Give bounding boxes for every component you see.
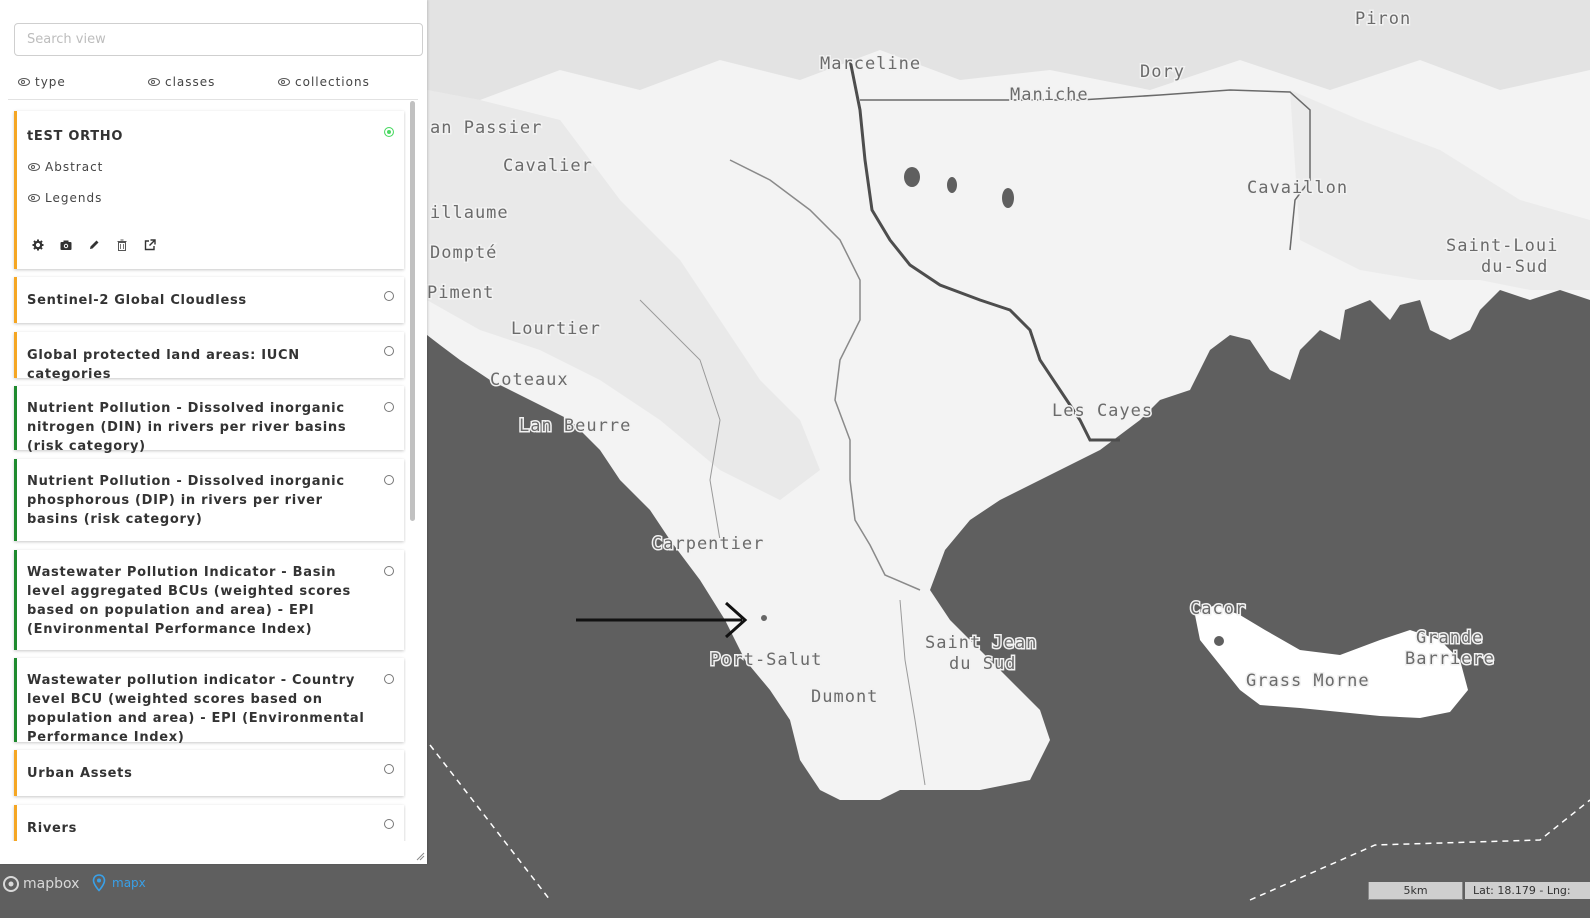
legends-label: Legends (45, 191, 103, 205)
view-card-wastewater-country[interactable]: Wastewater pollution indicator - Country… (14, 658, 404, 745)
eye-icon (28, 194, 40, 202)
mapx-label: mapx (112, 876, 146, 890)
search-input[interactable] (14, 23, 423, 56)
filter-label: collections (295, 75, 370, 89)
view-card-rivers[interactable]: Rivers (14, 805, 404, 841)
eye-icon (278, 78, 290, 86)
place-label: Cacor (1190, 599, 1246, 619)
filter-collections-toggle[interactable]: collections (278, 74, 370, 90)
camera-icon[interactable] (60, 239, 72, 251)
place-label: Port-Salut (710, 650, 822, 670)
view-title: Sentinel-2 Global Cloudless (27, 293, 247, 308)
mapbox-label: mapbox (23, 876, 80, 892)
views-list[interactable]: tEST ORTHO Abstract Legends Sentinel-2 G… (8, 101, 406, 841)
filter-label: type (35, 75, 66, 89)
view-toggle-radio[interactable] (384, 402, 394, 412)
place-label: illaume (430, 203, 509, 223)
view-card-dip[interactable]: Nutrient Pollution - Dissolved inorganic… (14, 459, 404, 541)
place-label: Saint-Loui (1446, 236, 1558, 256)
mapbox-logo[interactable]: mapbox (3, 876, 79, 892)
place-label: Carpentier (652, 534, 764, 554)
eye-icon (28, 163, 40, 171)
view-title: Nutrient Pollution - Dissolved inorganic… (27, 401, 347, 454)
abstract-toggle[interactable]: Abstract (28, 160, 103, 174)
place-label: Cavalier (503, 156, 593, 176)
view-card-wastewater-basin[interactable]: Wastewater Pollution Indicator - Basin l… (14, 550, 404, 650)
coordinates-readout: Lat: 18.179 - Lng: (1465, 882, 1590, 899)
place-label: Dompté (430, 243, 497, 263)
place-label: an Passier (430, 118, 542, 138)
place-label: Piron (1355, 9, 1411, 29)
view-toggle-radio[interactable] (384, 764, 394, 774)
resize-grip-icon[interactable] (416, 852, 425, 861)
view-card-protected-areas[interactable]: Global protected land areas: IUCN catego… (14, 332, 404, 382)
place-label: Barriere (1405, 649, 1495, 669)
mapbox-icon (3, 876, 19, 892)
eye-icon (148, 78, 160, 86)
scale-bar: 5km (1368, 882, 1463, 900)
views-panel: type classes collections tEST ORTHO Abst… (0, 0, 427, 864)
view-title: Rivers (27, 821, 78, 836)
place-label: Saint Jean (925, 633, 1037, 653)
list-scrollbar[interactable] (410, 101, 415, 521)
place-label: du-Sud (1481, 257, 1548, 277)
view-toggle-radio[interactable] (384, 819, 394, 829)
filter-label: classes (165, 75, 216, 89)
view-title: tEST ORTHO (27, 129, 124, 144)
map-pin-icon (92, 874, 106, 892)
place-label: Cavaillon (1247, 178, 1348, 198)
mapx-logo[interactable]: mapx (92, 874, 146, 892)
eye-icon (18, 78, 30, 86)
view-title: Global protected land areas: IUCN catego… (27, 348, 300, 382)
view-card-din[interactable]: Nutrient Pollution - Dissolved inorganic… (14, 386, 404, 454)
legends-toggle[interactable]: Legends (28, 191, 102, 205)
place-label: Dory (1140, 62, 1185, 82)
place-label: Marceline (820, 54, 921, 74)
view-toggle-radio[interactable] (384, 566, 394, 576)
view-toggle-radio[interactable] (384, 291, 394, 301)
view-tools (32, 239, 172, 251)
view-card-sentinel[interactable]: Sentinel-2 Global Cloudless (14, 277, 404, 323)
view-toggle-radio[interactable] (384, 674, 394, 684)
filter-classes-toggle[interactable]: classes (148, 74, 215, 90)
place-label: Dumont (811, 687, 878, 707)
pencil-icon[interactable] (88, 239, 100, 251)
view-toggle-radio[interactable] (384, 127, 394, 137)
trash-icon[interactable] (116, 239, 128, 251)
filter-type-toggle[interactable]: type (18, 74, 66, 90)
place-label: Lan Beurre (519, 416, 631, 436)
gear-icon[interactable] (32, 239, 44, 251)
view-toggle-radio[interactable] (384, 346, 394, 356)
place-label: Les Cayes (1052, 401, 1153, 421)
place-label: Piment (427, 283, 494, 303)
place-label: Grass Morne (1246, 671, 1370, 691)
place-label: Coteaux (490, 370, 569, 390)
place-label: Lourtier (511, 319, 601, 339)
place-label: Grande (1416, 628, 1483, 648)
view-title: Nutrient Pollution - Dissolved inorganic… (27, 474, 345, 527)
view-card-urban-assets[interactable]: Urban Assets (14, 750, 404, 796)
external-link-icon[interactable] (144, 239, 156, 251)
view-card-test-ortho[interactable]: tEST ORTHO Abstract Legends (14, 111, 404, 269)
view-title: Wastewater pollution indicator - Country… (27, 673, 365, 745)
view-title: Urban Assets (27, 766, 133, 781)
abstract-label: Abstract (45, 160, 104, 174)
view-title: Wastewater Pollution Indicator - Basin l… (27, 565, 351, 637)
divider (8, 99, 418, 100)
view-toggle-radio[interactable] (384, 475, 394, 485)
place-label: Maniche (1010, 85, 1089, 105)
place-label: du Sud (949, 654, 1016, 674)
